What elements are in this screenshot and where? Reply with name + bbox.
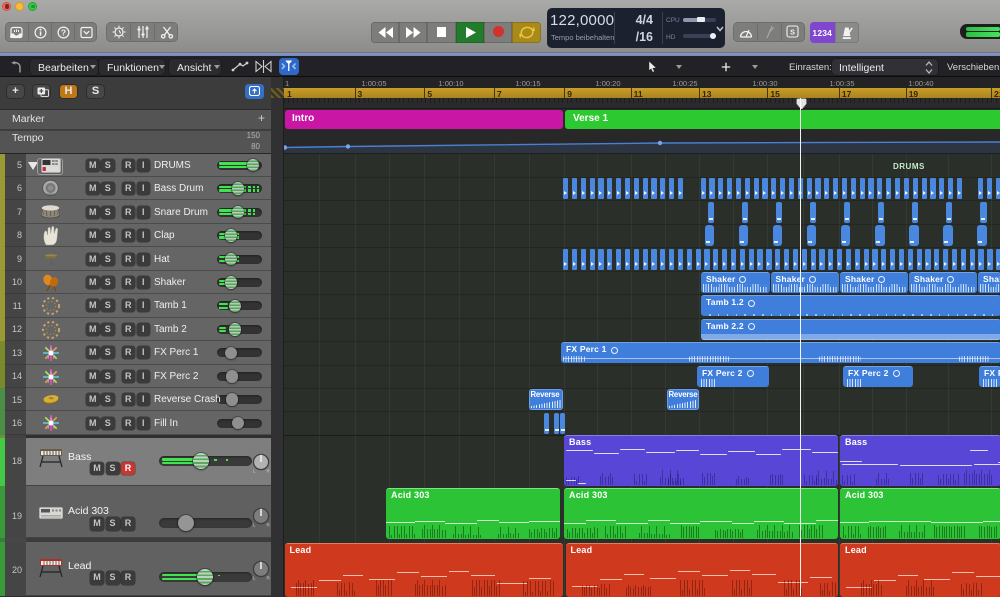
svg-text:L: L bbox=[253, 576, 256, 581]
svg-text:?: ? bbox=[60, 27, 65, 37]
svg-text:S: S bbox=[790, 27, 795, 36]
svg-text:R: R bbox=[266, 576, 270, 581]
svg-text:L: L bbox=[253, 522, 256, 527]
svg-text:R: R bbox=[266, 522, 270, 527]
svg-text:L: L bbox=[253, 468, 256, 473]
svg-text:R: R bbox=[266, 468, 270, 473]
